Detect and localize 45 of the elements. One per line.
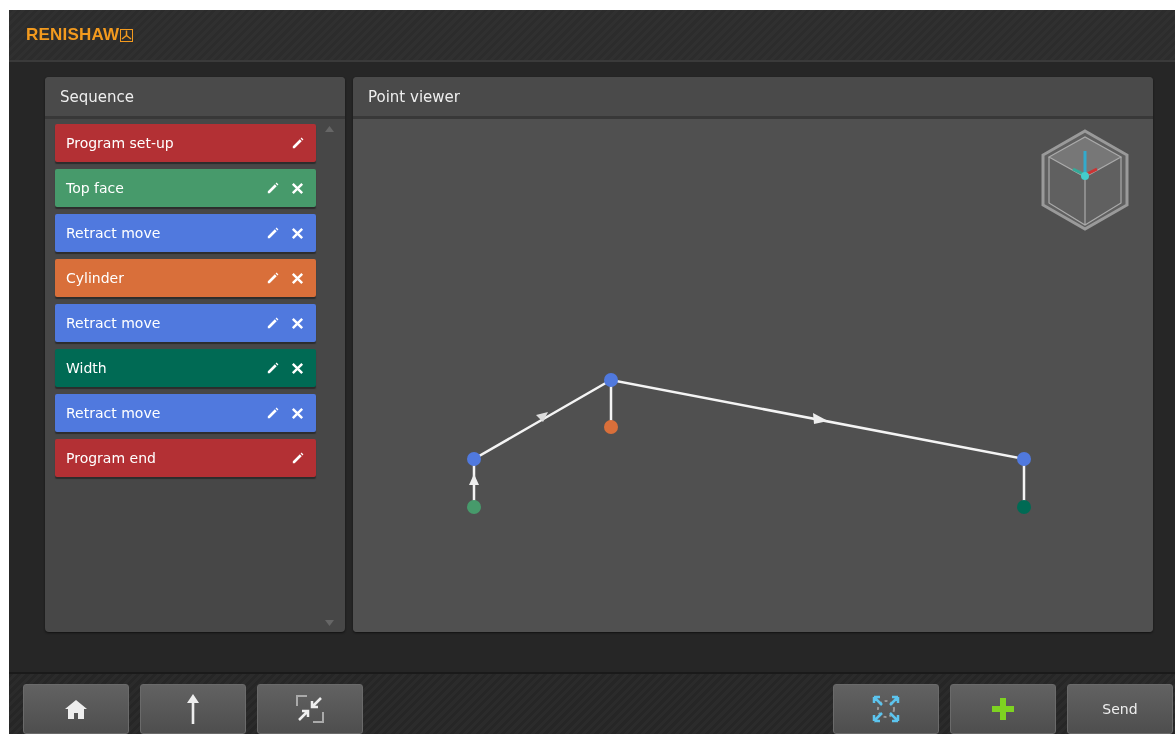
expand-button[interactable] [833,684,939,734]
item-label: Program end [66,450,157,466]
home-button[interactable] [23,684,129,734]
edit-icon[interactable] [265,225,280,241]
edit-icon[interactable] [265,180,280,196]
close-icon[interactable] [290,180,305,196]
sequence-item[interactable]: Program end [55,439,316,477]
add-button[interactable] [950,684,1056,734]
item-label: Program set-up [66,135,175,151]
send-button[interactable]: Send [1067,684,1173,734]
item-label: Cylinder [66,270,125,286]
close-icon[interactable] [290,405,305,421]
sequence-item[interactable]: Program set-up [55,124,316,162]
up-button[interactable] [140,684,246,734]
edit-icon[interactable] [265,405,280,421]
renishaw-logo: RENISHAW [26,25,134,45]
home-icon [65,699,87,719]
sequence-item[interactable]: Retract move [55,214,316,252]
shrink-button[interactable] [257,684,363,734]
expand-icon [871,694,901,724]
edit-icon[interactable] [290,135,305,151]
item-label: Top face [66,180,125,196]
view-cube-icon[interactable] [1039,129,1131,233]
close-icon[interactable] [290,225,305,241]
close-icon[interactable] [290,315,305,331]
sequence-item[interactable]: Retract move [55,304,316,342]
edit-icon[interactable] [290,450,305,466]
item-label: Retract move [66,405,162,421]
close-icon[interactable] [290,360,305,376]
sequence-item[interactable]: Top face [55,169,316,207]
sequence-item[interactable]: Retract move [55,394,316,432]
item-label: Retract move [66,225,162,241]
item-label: Width [66,360,108,376]
sequence-item[interactable]: Width [55,349,316,387]
panel-title: Point viewer [353,77,1153,119]
edit-icon[interactable] [265,360,280,376]
plus-icon [992,698,1014,720]
shrink-icon [295,694,325,724]
close-icon[interactable] [290,270,305,286]
item-label: Retract move [66,315,162,331]
edit-icon[interactable] [265,315,280,331]
panel-title: Sequence [45,77,345,119]
up-arrow-icon [187,694,199,724]
sequence-item[interactable]: Cylinder [55,259,316,297]
edit-icon[interactable] [265,270,280,286]
